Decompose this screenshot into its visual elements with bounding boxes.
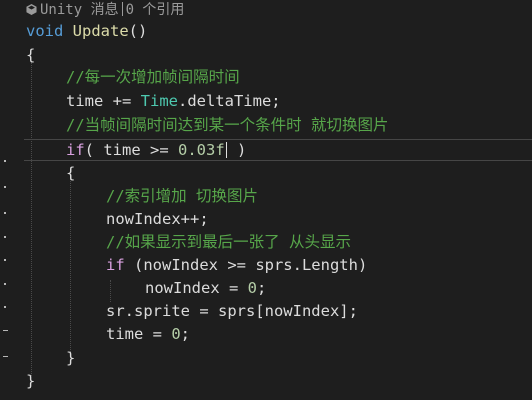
gutter-marker xyxy=(4,306,6,308)
text-caret xyxy=(225,142,227,158)
keyword: if xyxy=(106,256,125,274)
unity-cube-icon xyxy=(26,1,37,15)
code-line-5[interactable]: //当帧间隔时间达到某一个条件时 就切换图片 xyxy=(66,114,389,136)
code-line-6[interactable]: if( time >= 0.03f ) xyxy=(66,139,246,161)
gutter-marker xyxy=(4,236,6,238)
code-token: nowIndex++; xyxy=(106,210,209,228)
comment: //当帧间隔时间达到某一个条件时 就切换图片 xyxy=(66,116,389,134)
code-token: time += xyxy=(66,92,141,110)
code-line-10[interactable]: //如果显示到最后一张了 从头显示 xyxy=(106,231,351,253)
number-literal: 0 xyxy=(247,279,257,297)
gutter xyxy=(0,0,22,400)
gutter-marker xyxy=(4,160,6,162)
open-brace: { xyxy=(26,46,36,64)
keyword: void xyxy=(26,22,64,40)
code-line-13[interactable]: sr.sprite = sprs[nowIndex]; xyxy=(106,300,358,322)
code-token: sr.sprite = sprs[nowIndex]; xyxy=(106,302,358,320)
codelens-references[interactable]: 0 个引用 xyxy=(126,2,185,18)
code-token: ) xyxy=(227,141,247,159)
open-brace: { xyxy=(66,164,76,182)
code-token: ( time >= xyxy=(84,141,178,159)
code-line-14[interactable]: time = 0; xyxy=(106,323,190,345)
code-line-2[interactable]: { xyxy=(26,44,35,66)
comment: //索引增加 切换图片 xyxy=(106,187,258,205)
code-editor[interactable]: Unity 消息 0 个引用 void Update() { //每一次增加帧间隔… xyxy=(0,0,532,400)
code-token: ; xyxy=(257,279,267,297)
gutter-marker xyxy=(4,212,6,214)
code-line-16[interactable]: } xyxy=(26,370,35,392)
gutter-marker xyxy=(4,259,6,261)
code-token: time = xyxy=(106,325,172,343)
close-brace: } xyxy=(66,349,76,367)
number-literal: 0 xyxy=(171,325,181,343)
code-line-1[interactable]: void Update() xyxy=(26,20,147,42)
close-brace: } xyxy=(26,372,36,390)
number-literal: 0.03f xyxy=(178,141,225,159)
code-line-11[interactable]: if (nowIndex >= sprs.Length) xyxy=(106,254,367,276)
code-token: () xyxy=(128,22,148,40)
code-line-7[interactable]: { xyxy=(66,162,75,184)
code-token: nowIndex = xyxy=(145,279,248,297)
gutter-marker xyxy=(4,283,6,285)
codelens-separator xyxy=(121,2,123,16)
code-token: ; xyxy=(180,325,191,343)
method-name: Update xyxy=(72,22,129,40)
code-line-9[interactable]: nowIndex++; xyxy=(106,208,209,230)
gutter-marker xyxy=(3,330,8,331)
indent-guide xyxy=(70,178,71,352)
code-line-15[interactable]: } xyxy=(66,347,75,369)
comment: //如果显示到最后一张了 从头显示 xyxy=(106,233,351,251)
keyword: if xyxy=(66,141,85,159)
code-token: .deltaTime; xyxy=(177,92,281,110)
code-line-3[interactable]: //每一次增加帧间隔时间 xyxy=(66,66,240,88)
gutter-marker xyxy=(3,356,8,357)
code-line-12[interactable]: nowIndex = 0; xyxy=(145,277,266,299)
indent-guide xyxy=(110,280,111,302)
code-token: (nowIndex >= sprs.Length) xyxy=(124,256,368,274)
type-name: Time xyxy=(140,92,178,110)
indent-guide xyxy=(31,62,32,376)
comment: //每一次增加帧间隔时间 xyxy=(66,68,240,86)
gutter-marker xyxy=(4,186,6,188)
code-line-8[interactable]: //索引增加 切换图片 xyxy=(106,185,258,207)
codelens[interactable]: Unity 消息 0 个引用 xyxy=(26,0,184,20)
code-line-4[interactable]: time += Time.deltaTime; xyxy=(66,90,281,112)
codelens-label[interactable]: Unity 消息 xyxy=(40,2,119,18)
